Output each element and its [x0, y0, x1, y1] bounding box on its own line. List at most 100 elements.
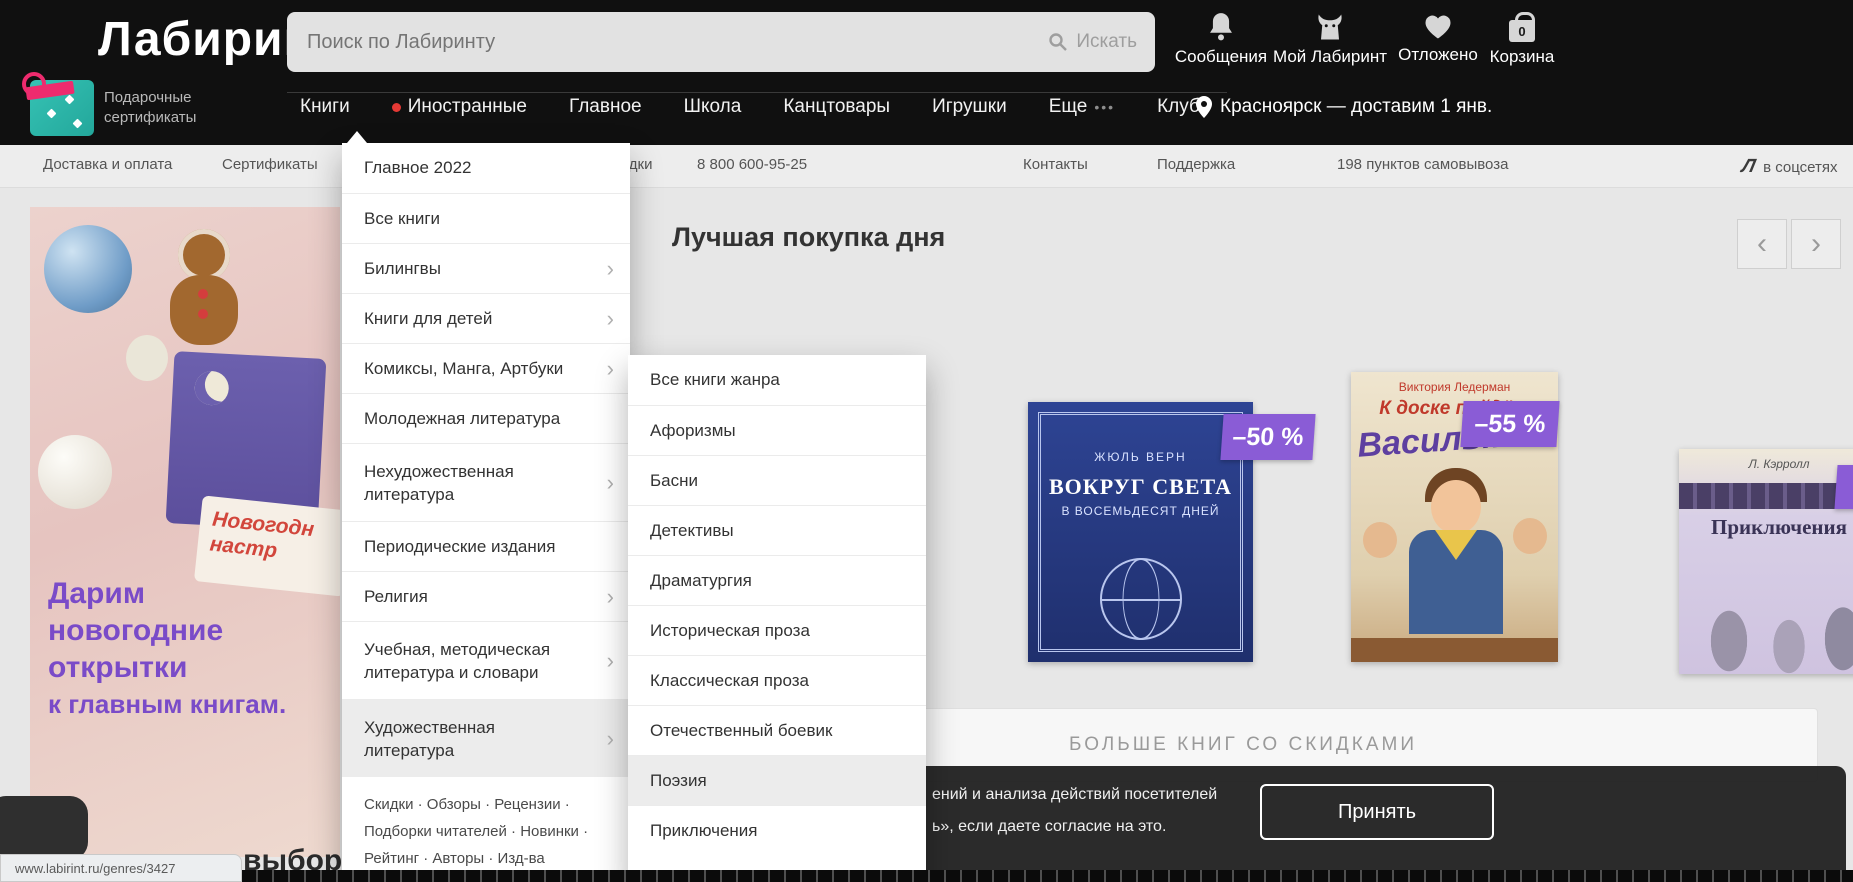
- candle: [126, 335, 168, 381]
- search-button[interactable]: Искать: [1048, 31, 1155, 53]
- chevron-right-icon: ›: [607, 726, 614, 752]
- city-label: Красноярск — доставим 1 янв.: [1220, 96, 1492, 118]
- banner-text: Дарим новогодние открытки к главным книг…: [48, 575, 286, 723]
- desk: [1351, 638, 1558, 662]
- dropdown-item-9[interactable]: Учебная, методическая литература и слова…: [342, 621, 630, 699]
- nav-item-7[interactable]: Клуб: [1157, 96, 1200, 118]
- dropdown-item-0[interactable]: Главное 2022: [342, 143, 630, 193]
- promo-banner[interactable]: Новогодн настр Дарим новогодние открытки…: [30, 207, 340, 857]
- nav-item-label: Главное: [569, 96, 642, 118]
- dropdown-item-10[interactable]: Художественная литература›: [342, 699, 630, 777]
- book-cover-adventures[interactable]: Л. Кэрролл Приключения: [1679, 449, 1853, 674]
- ornament-ball-white: [38, 435, 112, 509]
- chevron-left-icon: ‹: [1757, 227, 1767, 261]
- dropdown-item-3[interactable]: Книги для детей›: [342, 293, 630, 343]
- subnav-item-5[interactable]: Поддержка: [1157, 156, 1235, 173]
- dropdown-item-8[interactable]: Религия›: [342, 571, 630, 621]
- bottom-strip: [0, 870, 1853, 882]
- gift-line1: Подарочные: [104, 88, 196, 108]
- nav-item-5[interactable]: Игрушки: [932, 96, 1007, 118]
- nav-item-2[interactable]: Главное: [569, 96, 642, 118]
- cookie-accept-button[interactable]: Принять: [1260, 784, 1494, 840]
- cookie-accept-label: Принять: [1338, 801, 1416, 824]
- discount-badge: –55 %: [1460, 401, 1559, 447]
- discount-badge-cut: [1834, 465, 1853, 509]
- submenu-item-0[interactable]: Все книги жанра: [628, 355, 926, 405]
- chevron-right-icon: ›: [607, 356, 614, 382]
- header-divider: [287, 92, 1227, 93]
- globe-icon: [1100, 558, 1182, 640]
- dropdown-item-label: Нехудожественная литература: [364, 460, 589, 506]
- search-input[interactable]: [287, 31, 1048, 54]
- submenu-item-8[interactable]: Поэзия: [628, 755, 926, 805]
- nav-item-label: Еще: [1049, 96, 1088, 118]
- labirint-page: Лабиринт Искать Сообщения Мой Лабиринт О…: [0, 0, 1853, 882]
- submenu-item-6[interactable]: Классическая проза: [628, 655, 926, 705]
- book-title: ВОКРУГ СВЕТА: [1028, 474, 1253, 500]
- submenu-item-label: Приключения: [650, 821, 758, 841]
- nav-item-4[interactable]: Канцтовары: [783, 96, 890, 118]
- classmate-figure: [1513, 518, 1547, 554]
- page-title: Лучшая покупка дня: [672, 222, 945, 253]
- dropdown-item-label: Религия: [364, 587, 428, 607]
- dropdown-item-2[interactable]: Билингвы›: [342, 243, 630, 293]
- messages-button[interactable]: Сообщения: [1161, 12, 1281, 67]
- carousel-prev-button[interactable]: ‹: [1737, 219, 1787, 269]
- gift-certificates-icon[interactable]: [30, 80, 94, 136]
- dropdown-item-label: Главное 2022: [364, 158, 472, 178]
- dropdown-item-7[interactable]: Периодические издания: [342, 521, 630, 571]
- submenu-item-2[interactable]: Басни: [628, 455, 926, 505]
- cart-count-badge: 0: [1509, 20, 1535, 42]
- submenu-item-7[interactable]: Отечественный боевик: [628, 705, 926, 755]
- dropdown-item-4[interactable]: Комиксы, Манга, Артбуки ›: [342, 343, 630, 393]
- dropdown-item-5[interactable]: Молодежная литература: [342, 393, 630, 443]
- submenu-item-3[interactable]: Детективы: [628, 505, 926, 555]
- moon-icon: [194, 370, 230, 406]
- book-author: Виктория Ледерман: [1351, 380, 1558, 394]
- book-author: Л. Кэрролл: [1679, 457, 1853, 471]
- my-labirint-button[interactable]: Мой Лабиринт: [1270, 12, 1390, 67]
- book-title: Приключения: [1679, 515, 1853, 540]
- bag-icon: 0: [1509, 12, 1535, 42]
- gift-certificates-link[interactable]: Подарочные сертификаты: [104, 88, 196, 128]
- heart-icon: [1423, 12, 1453, 40]
- submenu-item-5[interactable]: Историческая проза: [628, 605, 926, 655]
- nav-item-0[interactable]: Книги: [300, 96, 350, 118]
- dropdown-item-label: Билингвы: [364, 259, 441, 279]
- dropdown-footer-links[interactable]: Скидки · Обзоры · Рецензии · Подборки чи…: [342, 777, 630, 870]
- submenu-item-9[interactable]: Приключения: [628, 805, 926, 855]
- carousel-next-button[interactable]: ›: [1791, 219, 1841, 269]
- dropdown-item-6[interactable]: Нехудожественная литература ›: [342, 443, 630, 521]
- subnav-item-6[interactable]: 198 пунктов самовывоза: [1337, 156, 1508, 173]
- messages-label: Сообщения: [1175, 47, 1267, 67]
- submenu-item-4[interactable]: Драматургия: [628, 555, 926, 605]
- nav-item-6[interactable]: Еще•••: [1049, 96, 1115, 118]
- nav-item-label: Книги: [300, 96, 350, 118]
- city-selector[interactable]: Красноярск — доставим 1 янв.: [1196, 96, 1492, 118]
- nav-item-1[interactable]: Иностранные: [392, 96, 527, 118]
- dropdown-item-1[interactable]: Все книги: [342, 193, 630, 243]
- social-links[interactable]: Л в соцсетях: [1742, 156, 1837, 178]
- subnav-item-4[interactable]: Контакты: [1023, 156, 1088, 173]
- chevron-right-icon: ›: [607, 470, 614, 496]
- more-button-label: БОЛЬШЕ КНИГ СО СКИДКАМИ: [1069, 734, 1417, 756]
- subnav-item-0[interactable]: Доставка и оплата: [43, 156, 172, 173]
- dropdown-item-label: Комиксы, Манга, Артбуки: [364, 359, 563, 379]
- submenu-item-label: Поэзия: [650, 771, 707, 791]
- book-cover-around-the-world[interactable]: ЖЮЛЬ ВЕРН ВОКРУГ СВЕТА В ВОСЕМЬДЕСЯТ ДНЕ…: [1028, 402, 1253, 662]
- cookie-text-line1: ений и анализа действий посетителей: [932, 786, 1217, 804]
- nav-item-3[interactable]: Школа: [684, 96, 742, 118]
- cart-button[interactable]: 0 Корзина: [1462, 12, 1582, 67]
- social-label: в соцсетях: [1763, 159, 1837, 176]
- subnav-item-3[interactable]: 8 800 600-95-25: [697, 156, 807, 173]
- cart-label: Корзина: [1490, 47, 1555, 67]
- submenu-item-label: Все книги жанра: [650, 370, 780, 390]
- chevron-right-icon: ›: [1811, 227, 1821, 261]
- subnav-item-1[interactable]: Сертификаты: [222, 156, 318, 173]
- dropdown-caret: [347, 131, 367, 143]
- book-author: ЖЮЛЬ ВЕРН: [1028, 450, 1253, 464]
- ornate-band: [1679, 483, 1853, 509]
- gift-line2: сертификаты: [104, 108, 196, 128]
- floating-widget[interactable]: [0, 796, 88, 860]
- submenu-item-1[interactable]: Афоризмы: [628, 405, 926, 455]
